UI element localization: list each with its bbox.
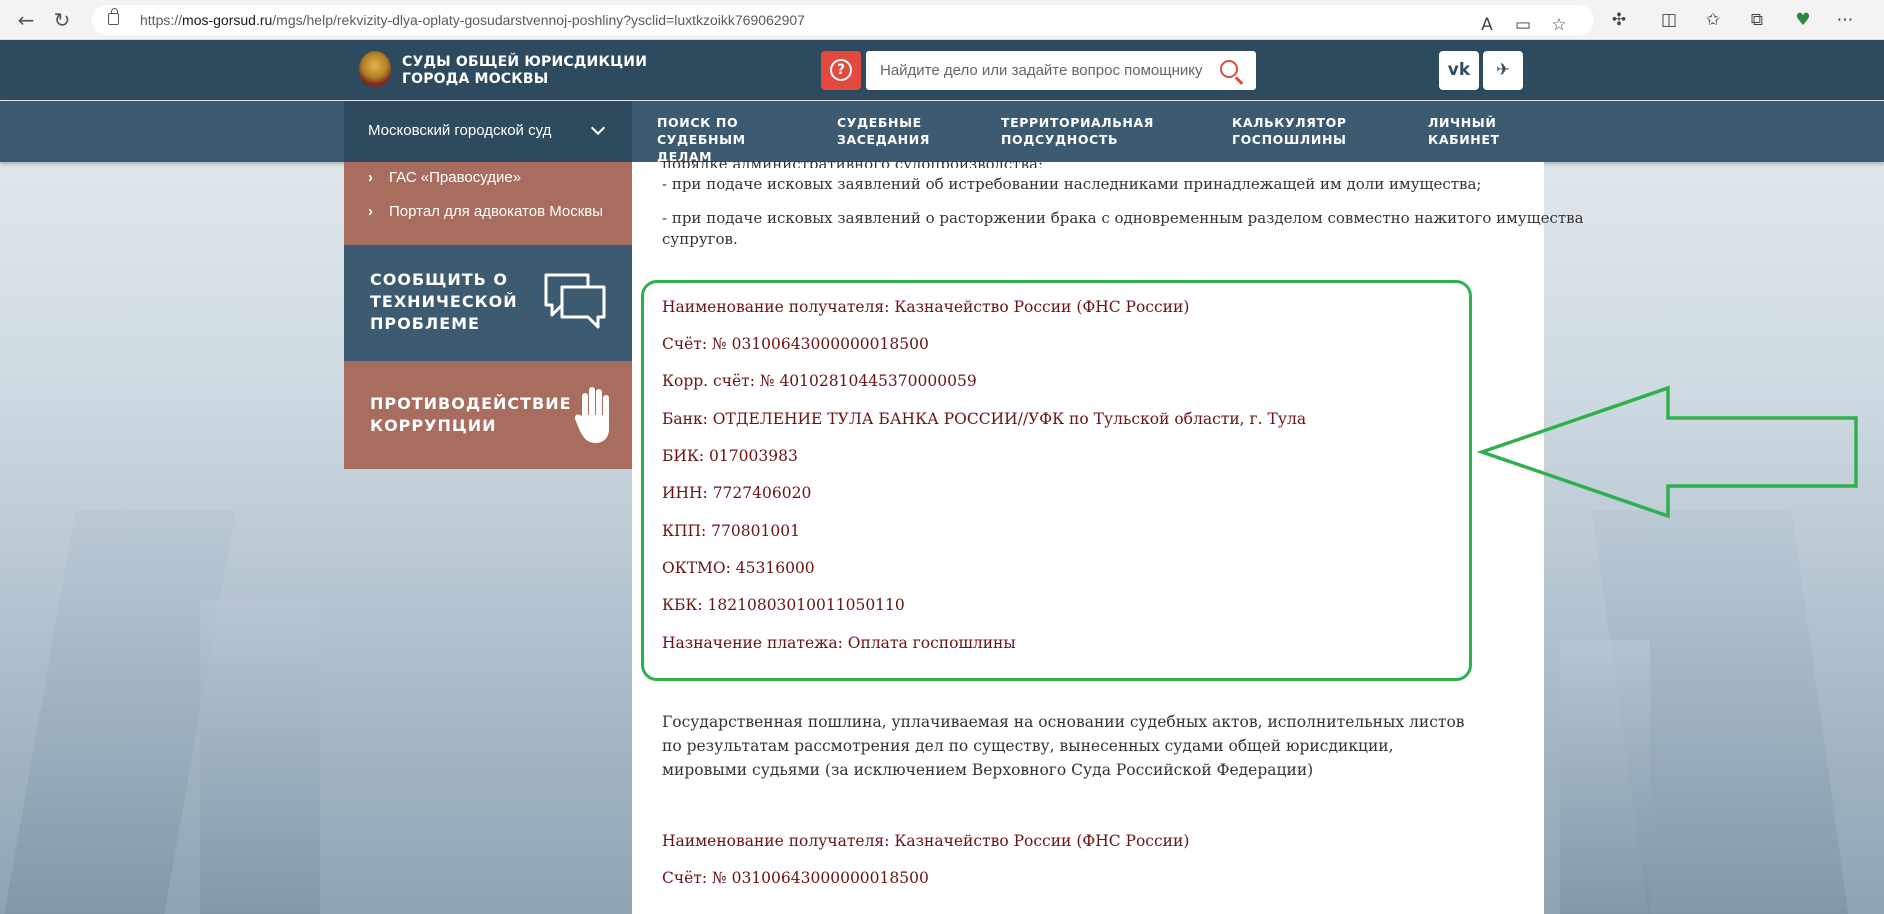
- split-screen-icon[interactable]: ◫: [1658, 9, 1680, 31]
- extensions-icon[interactable]: ✣: [1608, 9, 1630, 31]
- browser-essentials-icon[interactable]: ♥: [1792, 9, 1814, 31]
- site-logo-text[interactable]: СУДЫ ОБЩЕЙ ЮРИСДИКЦИИ ГОРОДА МОСКВЫ: [402, 54, 647, 88]
- more-menu-icon[interactable]: ⋯: [1834, 9, 1856, 31]
- annotation-arrow: [1476, 385, 1858, 519]
- report-technical-problem-button[interactable]: СООБЩИТЬ О ТЕХНИЧЕСКОЙ ПРОБЛЕМЕ: [344, 245, 632, 361]
- emblem-icon[interactable]: [359, 51, 391, 87]
- chevron-down-icon: [590, 120, 606, 136]
- paragraph-inheritance: - при подаче исковых заявлений об истреб…: [662, 175, 1482, 193]
- favorites-icon[interactable]: ✩: [1702, 9, 1724, 31]
- sidebar-links: ГАС «Правосудие» Портал для адвокатов Мо…: [344, 162, 632, 245]
- telegram-button[interactable]: ✈: [1483, 51, 1523, 90]
- anti-corruption-button[interactable]: ПРОТИВОДЕЙСТВИЕ КОРРУПЦИИ: [344, 361, 632, 469]
- site-header: СУДЫ ОБЩЕЙ ЮРИСДИКЦИИ ГОРОДА МОСКВЫ ? vk…: [0, 40, 1884, 100]
- search-icon[interactable]: [1220, 60, 1238, 78]
- partial-paragraph: порядке административного судопроизводст…: [662, 155, 1044, 168]
- stop-hand-icon: [574, 387, 609, 443]
- main-nav: Московский городской суд ПОИСК ПО СУДЕБН…: [0, 101, 1884, 162]
- help-button[interactable]: ?: [821, 51, 861, 90]
- search-input[interactable]: [866, 51, 1256, 90]
- chat-bubbles-icon: [544, 273, 606, 329]
- url-text: https://mos-gorsud.ru/mgs/help/rekvizity…: [140, 12, 805, 28]
- requisite-recipient: Наименование получателя: Казначейство Ро…: [662, 832, 1190, 850]
- immersive-reader-icon[interactable]: ▭: [1512, 14, 1534, 36]
- sidebar-link-gas-pravosudie[interactable]: ГАС «Правосудие»: [368, 169, 521, 186]
- nav-court-sessions[interactable]: СУДЕБНЫЕ ЗАСЕДАНИЯ: [837, 114, 930, 148]
- collections-icon[interactable]: ⧉: [1746, 9, 1768, 31]
- read-aloud-icon[interactable]: A: [1476, 14, 1498, 36]
- sidebar-link-lawyers-portal[interactable]: Портал для адвокатов Москвы: [368, 203, 603, 220]
- favorite-star-icon[interactable]: ☆: [1548, 14, 1570, 36]
- court-select[interactable]: Московский городской суд: [344, 101, 632, 162]
- highlight-box: [641, 280, 1472, 681]
- question-icon: ?: [830, 59, 852, 81]
- paragraph-court-acts: Государственная пошлина, уплачиваемая на…: [662, 713, 1465, 779]
- nav-territorial-jurisdiction[interactable]: ТЕРРИТОРИАЛЬНАЯ ПОДСУДНОСТЬ: [1001, 114, 1154, 148]
- vk-button[interactable]: vk: [1439, 51, 1479, 90]
- requisite-account: Счёт: № 03100643000000018500: [662, 869, 929, 887]
- nav-personal-account[interactable]: ЛИЧНЫЙ КАБИНЕТ: [1428, 114, 1500, 148]
- reload-icon[interactable]: ↻: [50, 8, 74, 32]
- lock-icon: [108, 8, 119, 25]
- back-icon[interactable]: ←: [14, 8, 38, 32]
- nav-fee-calculator[interactable]: КАЛЬКУЛЯТОР ГОСПОШЛИНЫ: [1232, 114, 1347, 148]
- browser-toolbar: ← ↻ https://mos-gorsud.ru/mgs/help/rekvi…: [0, 0, 1884, 40]
- address-bar[interactable]: https://mos-gorsud.ru/mgs/help/rekvizity…: [92, 5, 1594, 35]
- paragraph-divorce: - при подаче исковых заявлений о расторж…: [662, 209, 1584, 248]
